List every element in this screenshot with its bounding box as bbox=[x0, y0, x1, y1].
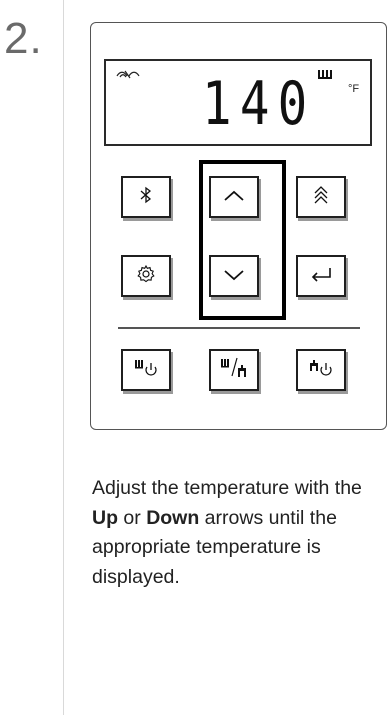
hot-water-power-button[interactable] bbox=[296, 349, 346, 391]
up-down-highlight-box bbox=[199, 160, 286, 320]
settings-button[interactable] bbox=[121, 255, 171, 297]
gear-icon bbox=[136, 264, 156, 289]
priority-up-button[interactable] bbox=[296, 176, 346, 218]
heating-indicator-icon bbox=[317, 67, 335, 85]
heater-power-button[interactable] bbox=[121, 349, 171, 391]
heater-hot-water-button[interactable] bbox=[209, 349, 259, 391]
bluetooth-button[interactable] bbox=[121, 176, 171, 218]
temperature-readout: 140 bbox=[202, 69, 316, 139]
bluetooth-icon bbox=[139, 186, 153, 209]
column-divider bbox=[63, 0, 64, 715]
instruction-text-before: Adjust the temperature with the bbox=[92, 477, 362, 499]
step-number: 2. bbox=[4, 14, 43, 63]
instruction-text: Adjust the temperature with the Up or Do… bbox=[92, 474, 380, 592]
down-keyword: Down bbox=[146, 506, 200, 529]
double-chevron-up-icon bbox=[313, 185, 329, 210]
instruction-text-middle: or bbox=[118, 506, 147, 529]
enter-return-icon bbox=[309, 266, 333, 287]
wifi-connection-icon bbox=[116, 69, 140, 82]
up-keyword: Up bbox=[92, 506, 118, 529]
heater-hot-water-icon bbox=[219, 356, 249, 385]
lcd-display: 140 °F bbox=[104, 59, 372, 146]
heater-power-icon bbox=[133, 357, 159, 384]
panel-divider bbox=[118, 327, 360, 329]
temperature-unit: °F bbox=[348, 83, 360, 95]
enter-button[interactable] bbox=[296, 255, 346, 297]
hot-water-power-icon bbox=[308, 357, 334, 384]
